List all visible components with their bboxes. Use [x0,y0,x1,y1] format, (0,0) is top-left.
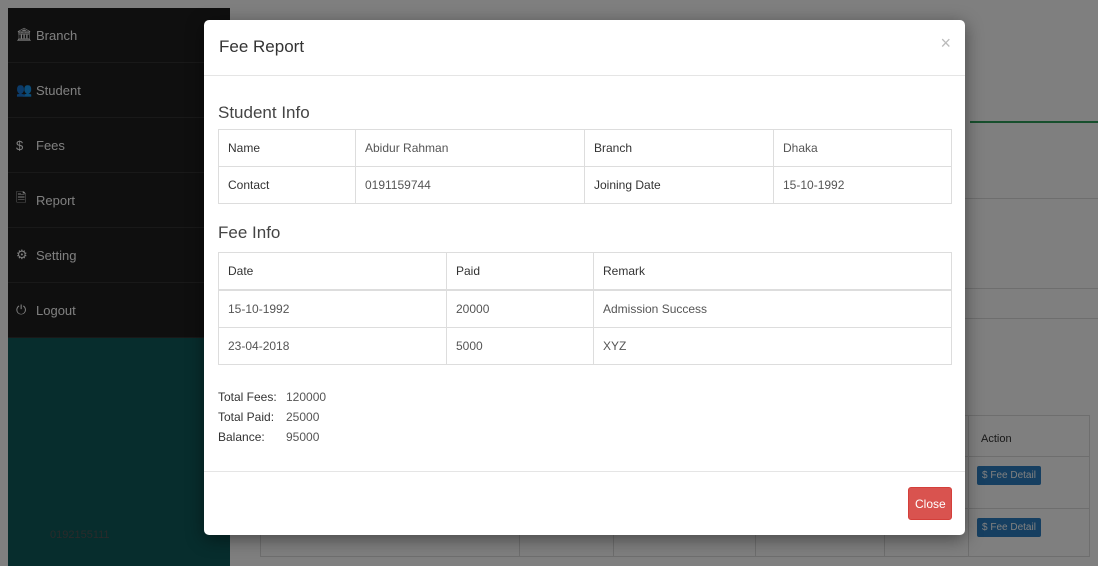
column-header-remark: Remark [593,252,952,291]
modal-footer: Close [204,471,965,535]
branch-label: Branch [584,129,774,167]
total-paid-value: 25000 [286,410,320,424]
balance-label: Balance: [218,430,265,444]
total-fees-value: 120000 [286,390,327,404]
fee-report-modal: Fee Report × Student Info Name Abidur Ra… [204,20,965,535]
contact-value: 0191159744 [355,166,585,204]
table-row: 23-04-2018 5000 XYZ [218,327,952,365]
table-row: Contact 0191159744 Joining Date 15-10-19… [218,166,952,204]
close-button[interactable]: Close [908,487,952,520]
name-label: Name [218,129,356,167]
fee-info-title: Fee Info [218,223,281,242]
fee-remark-cell: Admission Success [593,289,952,328]
total-fees-label: Total Fees: [218,390,277,404]
branch-value: Dhaka [773,129,952,167]
student-info-title: Student Info [218,103,310,122]
modal-title: Fee Report [219,37,305,56]
table-row: 15-10-1992 20000 Admission Success [218,289,952,328]
total-fees-line: Total Fees: 120000 [218,387,326,407]
total-paid-label: Total Paid: [218,410,275,424]
close-icon[interactable]: × [940,34,951,52]
balance-value: 95000 [286,430,320,444]
table-header-row: Date Paid Remark [218,252,952,291]
fee-date-cell: 15-10-1992 [218,289,447,328]
student-info-table: Name Abidur Rahman Branch Dhaka Contact … [218,129,952,204]
fee-remark-cell: XYZ [593,327,952,365]
balance-line: Balance: 95000 [218,427,326,447]
contact-label: Contact [218,166,356,204]
joining-date-label: Joining Date [584,166,774,204]
name-value: Abidur Rahman [355,129,585,167]
fee-info-table: Date Paid Remark 15-10-1992 20000 Admiss… [218,252,952,365]
column-header-paid: Paid [446,252,594,291]
fee-paid-cell: 5000 [446,327,594,365]
modal-header: Fee Report × [204,20,965,76]
fee-date-cell: 23-04-2018 [218,327,447,365]
table-row: Name Abidur Rahman Branch Dhaka [218,129,952,167]
column-header-date: Date [218,252,447,291]
joining-date-value: 15-10-1992 [773,166,952,204]
total-paid-line: Total Paid: 25000 [218,407,326,427]
fee-totals: Total Fees: 120000 Total Paid: 25000 Balan… [218,387,326,447]
fee-paid-cell: 20000 [446,289,594,328]
